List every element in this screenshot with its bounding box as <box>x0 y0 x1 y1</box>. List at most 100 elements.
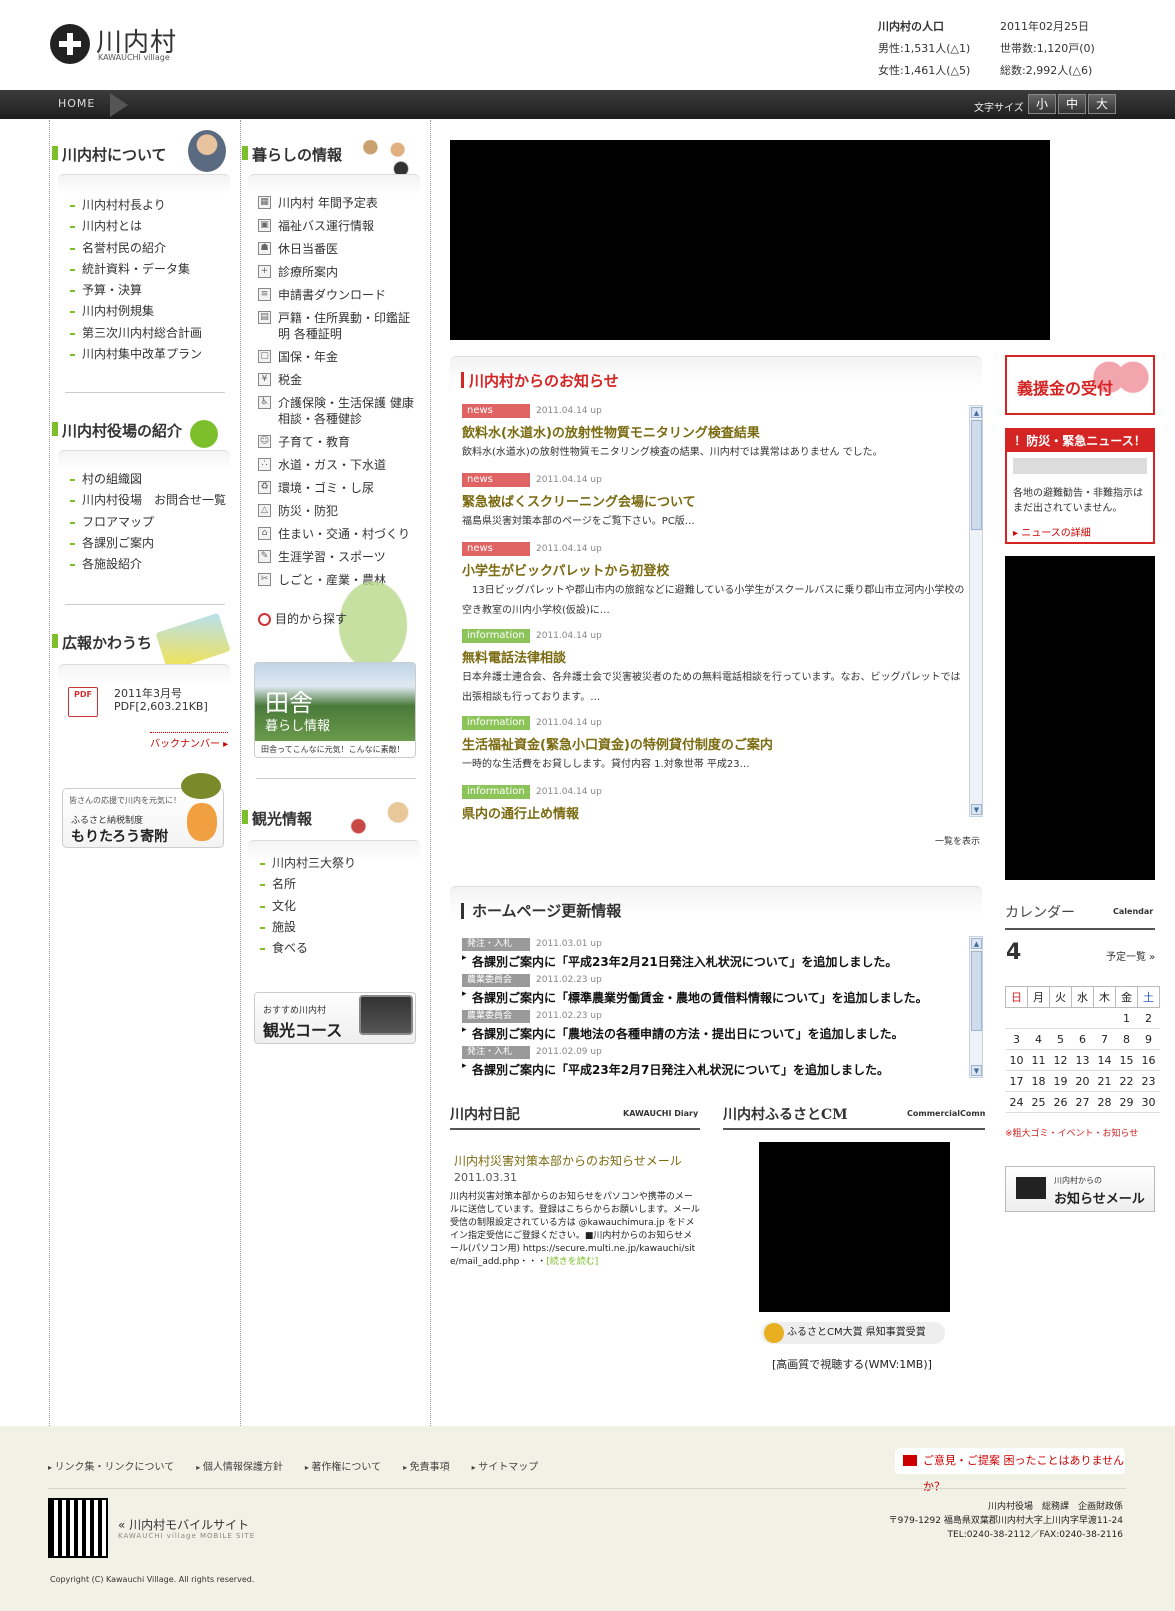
calendar-day[interactable]: 24 <box>1005 1091 1028 1113</box>
about-item[interactable]: 川内村村長より <box>68 195 230 216</box>
footer-link[interactable]: 著作権について <box>305 1458 381 1473</box>
update-text[interactable]: 各課別ご案内に「農地法の各種申請の方法・提出日について」を追加しました。 <box>462 1025 967 1042</box>
life-item-water[interactable]: ∴ 水道・ガス・下水道 <box>256 457 420 473</box>
life-item-child[interactable]: ☺ 子育て・教育 <box>256 434 420 450</box>
office-item[interactable]: フロアマップ <box>68 512 230 533</box>
news-item[interactable]: information 2011.04.14 up 県内の通行止め情報 <box>462 785 967 822</box>
pr-issue[interactable]: 2011年3月号 <box>114 685 182 701</box>
life-item-clinic[interactable]: + 診療所案内 <box>256 264 420 280</box>
about-item[interactable]: 川内村例規集 <box>68 301 230 322</box>
about-item[interactable]: 統計資料・データ集 <box>68 259 230 280</box>
footer-link[interactable]: 個人情報保護方針 <box>196 1458 283 1473</box>
font-size-large-button[interactable]: 大 <box>1088 94 1116 114</box>
office-item[interactable]: 各課別ご案内 <box>68 533 230 554</box>
life-item-pension[interactable]: ▢ 国保・年金 <box>256 349 420 365</box>
font-size-medium-button[interactable]: 中 <box>1058 94 1086 114</box>
tour-item[interactable]: 川内村三大祭り <box>258 853 420 874</box>
calendar-day[interactable]: 25 <box>1027 1091 1050 1113</box>
footer-link[interactable]: サイトマップ <box>472 1458 538 1473</box>
home-link[interactable]: HOME <box>58 97 95 110</box>
calendar-day[interactable]: 27 <box>1071 1091 1094 1113</box>
calendar-day[interactable]: 14 <box>1093 1049 1116 1071</box>
calendar-day[interactable]: 1 <box>1115 1007 1138 1029</box>
calendar-day[interactable]: 16 <box>1137 1049 1160 1071</box>
backnumber-link[interactable]: バックナンバー ▸ <box>150 732 229 750</box>
update-item[interactable]: 発注・入札 2011.03.01 up 各課別ご案内に「平成23年2月21日発注入… <box>462 937 967 970</box>
side-banner[interactable] <box>1005 556 1155 880</box>
calendar-day[interactable]: 3 <box>1005 1028 1028 1050</box>
inaka-banner[interactable]: 田舎 暮らし情報 田舎ってこんなに元気！こんなに素敵！ <box>254 662 416 758</box>
footer-link[interactable]: 免責事項 <box>403 1458 450 1473</box>
life-item-sports[interactable]: ✎ 生涯学習・スポーツ <box>256 549 420 565</box>
calendar-day[interactable]: 23 <box>1137 1070 1160 1092</box>
about-item[interactable]: 川内村とは <box>68 216 230 237</box>
scroll-thumb[interactable] <box>971 420 982 530</box>
news-item-title[interactable]: 県内の通行止め情報 <box>462 803 967 822</box>
calendar-day[interactable]: 21 <box>1093 1070 1116 1092</box>
opinion-button[interactable]: ご意見・ご提案 困ったことはありませんか？ <box>895 1448 1125 1493</box>
furusato-banner[interactable]: 皆さんの応援で川内を元気に！ ふるさと納税制度 もりたろう寄附 <box>62 773 224 848</box>
scroll-down-icon[interactable]: ▼ <box>971 1065 982 1076</box>
calendar-day[interactable]: 26 <box>1049 1091 1072 1113</box>
read-more-link[interactable]: [続きを読む] <box>546 1257 598 1267</box>
tour-item[interactable]: 文化 <box>258 896 420 917</box>
update-text[interactable]: 各課別ご案内に「平成23年2月7日発注入札状況について」を追加しました。 <box>462 1061 967 1078</box>
calendar-day[interactable]: 6 <box>1071 1028 1094 1050</box>
calendar-day[interactable]: 18 <box>1027 1070 1050 1092</box>
life-item-tax[interactable]: ¥ 税金 <box>256 372 420 388</box>
calendar-day[interactable]: 30 <box>1137 1091 1160 1113</box>
updates-scrollbar[interactable]: ▲ ▼ <box>969 936 983 1078</box>
life-item-safety[interactable]: △ 防災・防犯 <box>256 503 420 519</box>
cm-hq-link[interactable]: [高画質で視聴する(WMV:1MB)] <box>772 1356 932 1372</box>
news-item-title[interactable]: 小学生がビックパレットから初登校 <box>462 560 967 579</box>
office-item[interactable]: 各施設紹介 <box>68 554 230 575</box>
life-item-doctor[interactable]: ☗ 休日当番医 <box>256 241 420 257</box>
office-item[interactable]: 村の組織図 <box>68 469 230 490</box>
calendar-day[interactable]: 13 <box>1071 1049 1094 1071</box>
life-item-certificate[interactable]: ▤ 戸籍・住所異動・印鑑証明 各種証明 <box>256 310 420 342</box>
diary-post-title[interactable]: 川内村災害対策本部からのお知らせメール <box>454 1152 682 1169</box>
calendar-day[interactable]: 8 <box>1115 1028 1138 1050</box>
site-logo[interactable]: 川内村 KAWAUCHI village <box>50 22 190 66</box>
calendar-day[interactable]: 11 <box>1027 1049 1050 1071</box>
pdf-icon[interactable]: PDF <box>68 687 98 717</box>
news-item[interactable]: information 2011.04.14 up 無料電話法律相談 日本弁護士連… <box>462 629 967 708</box>
news-scrollbar[interactable]: ▲ ▼ <box>969 405 983 817</box>
pr-file[interactable]: PDF[2,603.21KB] <box>114 700 208 713</box>
calendar-day[interactable]: 10 <box>1005 1049 1028 1071</box>
update-text[interactable]: 各課別ご案内に「標準農業労働賃金・農地の賃借料情報について」を追加しました。 <box>462 989 967 1006</box>
scroll-down-icon[interactable]: ▼ <box>971 804 982 815</box>
life-item-house[interactable]: ⌂ 住まい・交通・村づくり <box>256 526 420 542</box>
calendar-day[interactable]: 5 <box>1049 1028 1072 1050</box>
tour-item[interactable]: 名所 <box>258 874 420 895</box>
font-size-small-button[interactable]: 小 <box>1028 94 1056 114</box>
about-item[interactable]: 川内村集中改革プラン <box>68 344 230 365</box>
mail-banner[interactable]: 川内村からの お知らせメール <box>1005 1166 1155 1212</box>
calendar-day[interactable]: 19 <box>1049 1070 1072 1092</box>
calendar-day[interactable]: 12 <box>1049 1049 1072 1071</box>
life-item-download[interactable]: ≡ 申請書ダウンロード <box>256 287 420 303</box>
about-item[interactable]: 名誉村民の紹介 <box>68 238 230 259</box>
calendar-day[interactable]: 7 <box>1093 1028 1116 1050</box>
tour-item[interactable]: 食べる <box>258 938 420 959</box>
about-item[interactable]: 予算・決算 <box>68 280 230 301</box>
course-banner[interactable]: おすすめ川内村 観光コース <box>254 992 416 1044</box>
update-item[interactable]: 農業委員会 2011.02.23 up 各課別ご案内に「農地法の各種申請の方法・提… <box>462 1009 967 1042</box>
scroll-up-icon[interactable]: ▲ <box>971 938 982 949</box>
life-item-bus[interactable]: ▣ 福祉バス運行情報 <box>256 218 420 234</box>
life-item-calendar[interactable]: ▦ 川内村 年間予定表 <box>256 195 420 211</box>
news-item-title[interactable]: 飲料水(水道水)の放射性物質モニタリング検査結果 <box>462 422 967 441</box>
news-item[interactable]: information 2011.04.14 up 生活福祉資金(緊急小口資金)の… <box>462 716 967 775</box>
office-item[interactable]: 川内村役場 お問合せ一覧 <box>68 490 230 511</box>
purpose-search-link[interactable]: 目的から探す <box>258 610 347 627</box>
cm-video-player[interactable] <box>759 1142 950 1312</box>
calendar-day[interactable]: 4 <box>1027 1028 1050 1050</box>
mobile-site-link[interactable]: « 川内村モバイルサイト <box>118 1516 249 1533</box>
main-slideshow[interactable] <box>450 140 1050 340</box>
footer-link[interactable]: リンク集・リンクについて <box>48 1458 175 1473</box>
life-item-care[interactable]: ♿ 介護保険・生活保護 健康相談・各種健診 <box>256 395 420 427</box>
news-item-title[interactable]: 緊急被ばくスクリーニング会場について <box>462 491 967 510</box>
calendar-day[interactable]: 9 <box>1137 1028 1160 1050</box>
news-item-title[interactable]: 生活福祉資金(緊急小口資金)の特例貸付制度のご案内 <box>462 734 967 753</box>
schedule-list-link[interactable]: 予定一覧 » <box>1106 948 1155 963</box>
